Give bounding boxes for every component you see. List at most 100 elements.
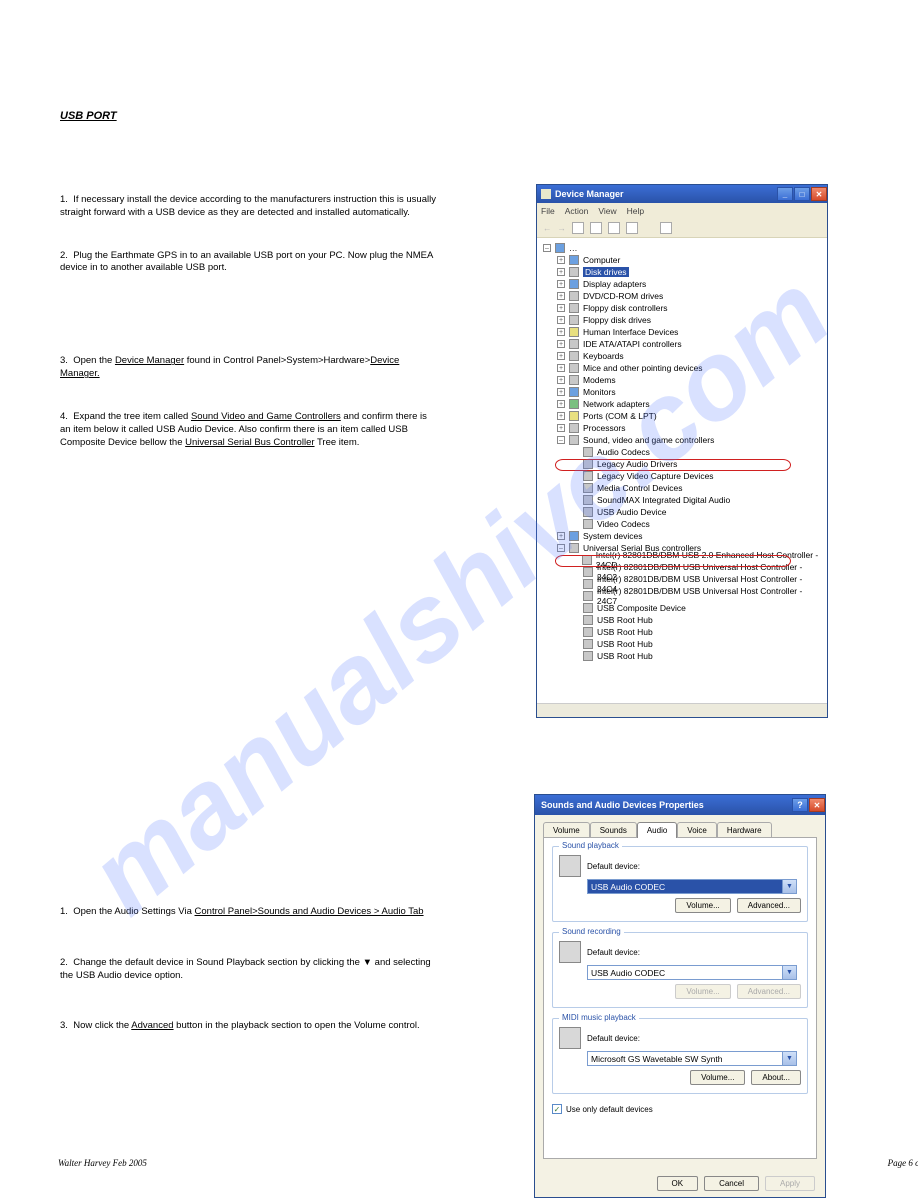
device-icon: [569, 375, 579, 385]
device-tree[interactable]: –… +Computer+Disk drives+Display adapter…: [537, 238, 827, 698]
titlebar[interactable]: Sounds and Audio Devices Properties ?: [535, 795, 825, 815]
menu-view[interactable]: View: [598, 206, 616, 216]
apply-button: Apply: [765, 1176, 815, 1191]
tree-item[interactable]: Disk drives: [583, 267, 629, 277]
menu-bar[interactable]: File Action View Help: [537, 203, 827, 218]
app-icon: [541, 189, 551, 199]
toolbar-icon[interactable]: [572, 222, 584, 234]
close-button[interactable]: [811, 187, 827, 201]
menu-action[interactable]: Action: [565, 206, 589, 216]
toolbar-icon[interactable]: [660, 222, 672, 234]
tree-item[interactable]: USB Root Hub: [597, 627, 653, 637]
help-button[interactable]: ?: [792, 798, 808, 812]
tree-item[interactable]: Ports (COM & LPT): [583, 411, 657, 421]
tree-item[interactable]: Video Codecs: [597, 519, 650, 529]
device-manager-window: Device Manager _ □ File Action View Help…: [536, 184, 828, 718]
menu-help[interactable]: Help: [627, 206, 644, 216]
dropdown-arrow-icon: ▼: [363, 957, 372, 970]
tree-item[interactable]: Human Interface Devices: [583, 327, 678, 337]
highlight-usb-composite-device: [555, 555, 791, 567]
tree-item[interactable]: Floppy disk drives: [583, 315, 651, 325]
tab-audio[interactable]: Audio: [637, 822, 677, 838]
tab-voice[interactable]: Voice: [677, 822, 717, 838]
playback-advanced-button[interactable]: Advanced...: [737, 898, 801, 913]
close-button[interactable]: [809, 798, 825, 812]
checkbox-use-only-default[interactable]: ✓ Use only default devices: [552, 1104, 808, 1114]
titlebar[interactable]: Device Manager _ □: [537, 185, 827, 203]
device-icon: [569, 411, 579, 421]
dropdown-arrow-icon[interactable]: ▼: [782, 966, 796, 979]
step-1-1: 1. If necessary install the device accor…: [60, 194, 440, 220]
tree-sound-video[interactable]: Sound, video and game controllers: [583, 435, 714, 445]
fieldset-midi-playback: MIDI music playback Default device: Micr…: [552, 1018, 808, 1094]
dropdown-arrow-icon[interactable]: ▼: [782, 880, 796, 893]
checkbox-icon[interactable]: ✓: [552, 1104, 562, 1114]
computer-icon: [555, 243, 565, 253]
tree-item[interactable]: USB Root Hub: [597, 639, 653, 649]
dropdown-recording-device[interactable]: USB Audio CODEC▼: [587, 965, 797, 980]
ok-button[interactable]: OK: [657, 1176, 699, 1191]
tab-hardware[interactable]: Hardware: [717, 822, 772, 838]
tree-item[interactable]: IDE ATA/ATAPI controllers: [583, 339, 682, 349]
step-1-3: 3. Open the Device Manager found in Cont…: [60, 355, 440, 381]
tree-system-devices[interactable]: System devices: [583, 531, 643, 541]
dropdown-playback-device[interactable]: USB Audio CODEC▼: [587, 879, 797, 894]
tree-item[interactable]: Mice and other pointing devices: [583, 363, 703, 373]
tree-item[interactable]: Keyboards: [583, 351, 624, 361]
label-default-device: Default device:: [587, 862, 640, 871]
tree-item[interactable]: Audio Codecs: [597, 447, 650, 457]
tree-item[interactable]: Display adapters: [583, 279, 646, 289]
tree-item[interactable]: DVD/CD-ROM drives: [583, 291, 663, 301]
device-icon: [583, 627, 593, 637]
tree-item[interactable]: USB Composite Device: [597, 603, 686, 613]
tree-item[interactable]: USB Audio Device: [597, 507, 666, 517]
dropdown-midi-device[interactable]: Microsoft GS Wavetable SW Synth▼: [587, 1051, 797, 1066]
device-icon: [569, 291, 579, 301]
step-1-2: 2. Plug the Earthmate GPS in to an avail…: [60, 250, 440, 276]
tree-item[interactable]: SoundMAX Integrated Digital Audio: [597, 495, 730, 505]
footer-left: Walter Harvey Feb 2005: [58, 1158, 147, 1168]
toolbar-icon[interactable]: [590, 222, 602, 234]
dropdown-arrow-icon[interactable]: ▼: [782, 1052, 796, 1065]
menu-file[interactable]: File: [541, 206, 555, 216]
label-default-device: Default device:: [587, 1034, 640, 1043]
label-default-device: Default device:: [587, 948, 640, 957]
midi-volume-button[interactable]: Volume...: [690, 1070, 745, 1085]
legend-recording: Sound recording: [559, 927, 624, 936]
tree-item[interactable]: Legacy Video Capture Devices: [597, 471, 714, 481]
tree-item[interactable]: Modems: [583, 375, 616, 385]
device-icon: [583, 639, 593, 649]
tree-item[interactable]: USB Root Hub: [597, 615, 653, 625]
tree-root[interactable]: …: [569, 243, 578, 253]
tree-item[interactable]: Media Control Devices: [597, 483, 683, 493]
device-icon: [583, 471, 593, 481]
speaker-icon: [559, 855, 581, 877]
checkbox-label: Use only default devices: [566, 1105, 653, 1114]
recording-volume-button: Volume...: [675, 984, 730, 999]
tab-volume[interactable]: Volume: [543, 822, 590, 838]
maximize-button[interactable]: □: [794, 187, 810, 201]
device-icon: [583, 519, 593, 529]
recording-advanced-button: Advanced...: [737, 984, 801, 999]
step-1-4: 4. Expand the tree item called Sound Vid…: [60, 411, 440, 449]
fieldset-sound-playback: Sound playback Default device: USB Audio…: [552, 846, 808, 922]
minimize-button[interactable]: _: [777, 187, 793, 201]
tree-item[interactable]: USB Root Hub: [597, 651, 653, 661]
tree-item[interactable]: Computer: [583, 255, 620, 265]
heading-usb-port: USB PORT: [60, 110, 440, 122]
tab-panel-audio: Sound playback Default device: USB Audio…: [543, 837, 817, 1159]
device-icon: [583, 507, 593, 517]
tree-item[interactable]: Floppy disk controllers: [583, 303, 668, 313]
toolbar-icon[interactable]: [608, 222, 620, 234]
tree-item[interactable]: Processors: [583, 423, 626, 433]
playback-volume-button[interactable]: Volume...: [675, 898, 730, 913]
cancel-button[interactable]: Cancel: [704, 1176, 759, 1191]
device-icon: [569, 423, 579, 433]
midi-about-button[interactable]: About...: [751, 1070, 801, 1085]
tab-sounds[interactable]: Sounds: [590, 822, 637, 838]
device-icon: [583, 651, 593, 661]
device-icon: [583, 495, 593, 505]
toolbar-icon[interactable]: [626, 222, 638, 234]
tree-item[interactable]: Monitors: [583, 387, 616, 397]
tree-item[interactable]: Network adapters: [583, 399, 650, 409]
